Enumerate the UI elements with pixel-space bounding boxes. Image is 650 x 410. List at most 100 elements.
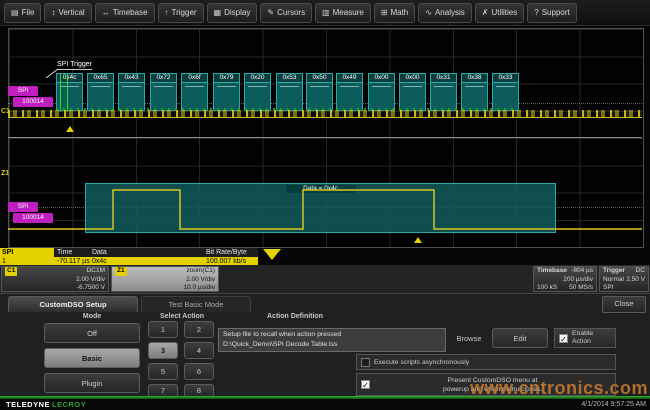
decode-byte-box: 0x00: [399, 73, 426, 111]
action-button-6[interactable]: 6: [184, 363, 214, 380]
zoom-position-marker: [414, 237, 422, 243]
menu-file[interactable]: ▤File: [4, 3, 41, 23]
menu-support[interactable]: ?Support: [527, 3, 576, 23]
z1-scale: 2.00 V/div: [186, 276, 215, 285]
setup-file-path: D:\Quick_Demo\SPI Decode Table.lss: [223, 340, 441, 350]
c1-coupling: DC1M: [87, 267, 105, 276]
action-button-3[interactable]: 3: [148, 342, 178, 359]
decode-byte-box: 0x72: [150, 73, 177, 111]
enable-action-checkbox[interactable]: ✓ EnableAction: [554, 328, 616, 348]
menu-display-label: Display: [224, 8, 250, 17]
menu-analysis[interactable]: ∿Analysis: [418, 3, 472, 23]
trigger-point-line: [60, 74, 61, 112]
edit-button[interactable]: Edit: [492, 328, 548, 348]
timebase-icon: ↔: [102, 8, 110, 17]
mosi-line: [310, 86, 329, 87]
timebase-title: Timebase: [537, 267, 567, 276]
menu-timebase[interactable]: ↔Timebase: [95, 3, 155, 23]
z1-badge: Z1: [115, 267, 127, 276]
mosi-line: [280, 86, 299, 87]
execute-scripts-check-icon[interactable]: [361, 358, 370, 367]
tab-test-basic-mode[interactable]: Test Basic Mode: [141, 296, 251, 312]
menu-math[interactable]: ⊞Math: [374, 3, 416, 23]
menu-timebase-label: Timebase: [113, 8, 148, 17]
mosi-line: [185, 86, 204, 87]
file-icon: ▤: [11, 8, 19, 17]
decode-byte-label: 0x33: [493, 74, 518, 83]
mode-plugin-button[interactable]: Plugin: [44, 373, 140, 393]
mosi-line: [122, 86, 141, 87]
select-action-header: Select Action: [140, 313, 224, 320]
menu-measure[interactable]: ▥Measure: [315, 3, 371, 23]
mosi-line: [91, 86, 110, 87]
z1-descriptor[interactable]: Z1zoom(C1) 2.00 V/div 10.0 µs/div: [111, 266, 219, 292]
timebase-rate: 50 MS/s: [569, 284, 593, 293]
tab-customdso-setup[interactable]: CustomDSO Setup: [8, 296, 138, 312]
mosi-line: [434, 86, 453, 87]
setup-file-hint: Setup file to recall when action pressed: [223, 330, 441, 340]
display-icon: ▦: [214, 8, 222, 17]
menu-utilities[interactable]: ✗Utilities: [475, 3, 524, 23]
action-button-4[interactable]: 4: [184, 342, 214, 359]
browse-button[interactable]: Browse: [450, 334, 488, 343]
decode-byte-label: 0x72: [151, 74, 176, 83]
decode-byte-label: 0x65: [88, 74, 113, 83]
decode-byte-label: 0x00: [369, 74, 394, 83]
action-button-5[interactable]: 5: [148, 363, 178, 380]
present-menu-check-icon[interactable]: ✓: [361, 380, 370, 389]
menu-vertical[interactable]: ↕Vertical: [44, 3, 91, 23]
utilities-icon: ✗: [482, 8, 489, 17]
spi-flag[interactable]: SPI: [8, 86, 38, 96]
mosi-line: [154, 86, 173, 87]
cursors-icon: ✎: [267, 8, 274, 17]
decode-byte-label: 0x49: [337, 74, 362, 83]
timebase-descriptor[interactable]: Timebase-804 µs 200 µs/div 100 kS50 MS/s: [533, 266, 597, 292]
spi-flag-zoom[interactable]: SPI: [8, 202, 38, 212]
menu-vertical-label: Vertical: [58, 8, 84, 17]
menu-trigger[interactable]: ↑Trigger: [158, 3, 204, 23]
decode-byte-box: 0x6f: [181, 73, 208, 111]
c1-descriptor[interactable]: C1DC1M 2.00 V/div -6.7500 V: [1, 266, 109, 292]
menu-cursors[interactable]: ✎Cursors: [260, 3, 312, 23]
setup-file-field[interactable]: Setup file to recall when action pressed…: [218, 328, 446, 352]
action-button-1[interactable]: 1: [148, 321, 178, 338]
z1-time: 10.0 µs/div: [183, 284, 215, 293]
mosi-line: [465, 86, 484, 87]
menu-bar: ▤File ↕Vertical ↔Timebase ↑Trigger ▦Disp…: [0, 0, 650, 26]
trigger-title: Trigger: [603, 267, 625, 276]
decode-protocol-cell: SPI: [0, 248, 54, 257]
decode-byte-label: 0x50: [307, 74, 332, 83]
decode-byte-label: 0x79: [214, 74, 239, 83]
decode-byte-box: 0x49: [336, 73, 363, 111]
mode-off-button[interactable]: Off: [44, 323, 140, 343]
mode-basic-button[interactable]: Basic: [44, 348, 140, 368]
math-icon: ⊞: [381, 8, 388, 17]
timebase-samples: 100 kS: [537, 284, 557, 293]
measure-icon: ▥: [322, 8, 330, 17]
trigger-descriptor[interactable]: TriggerDC Normal2.50 V SPI: [599, 266, 649, 292]
action-button-2[interactable]: 2: [184, 321, 214, 338]
close-button[interactable]: Close: [602, 296, 646, 313]
enable-action-check-icon[interactable]: ✓: [559, 334, 568, 343]
col-bitrate: Bit Rate/Byte: [206, 248, 247, 257]
decode-byte-box: 0x31: [430, 73, 457, 111]
analysis-icon: ∿: [425, 8, 432, 17]
c1-scale: 2.00 V/div: [76, 276, 105, 285]
decode-byte-box: 0x65: [87, 73, 114, 111]
table-expand-arrow[interactable]: [263, 249, 281, 260]
timebase-scale: 200 µs/div: [563, 276, 593, 285]
menu-analysis-label: Analysis: [435, 8, 465, 17]
trigger-point-line: [67, 74, 68, 112]
decode-byte-box: 0x33: [492, 73, 519, 111]
enable-action-label: EnableAction: [572, 330, 593, 346]
mosi-line: [372, 86, 391, 87]
spi-rate-flag[interactable]: 100014: [13, 97, 53, 107]
mosi-line: [340, 86, 359, 87]
decode-byte-box: 0x79: [213, 73, 240, 111]
brand-teledyne: TELEDYNE: [6, 399, 50, 410]
execute-scripts-checkbox[interactable]: Execute scripts asynchronously: [356, 354, 616, 370]
menu-support-label: Support: [542, 8, 570, 17]
spi-rate-flag-zoom[interactable]: 100014: [13, 213, 53, 223]
menu-display[interactable]: ▦Display: [207, 3, 258, 23]
menu-utilities-label: Utilities: [491, 8, 517, 17]
